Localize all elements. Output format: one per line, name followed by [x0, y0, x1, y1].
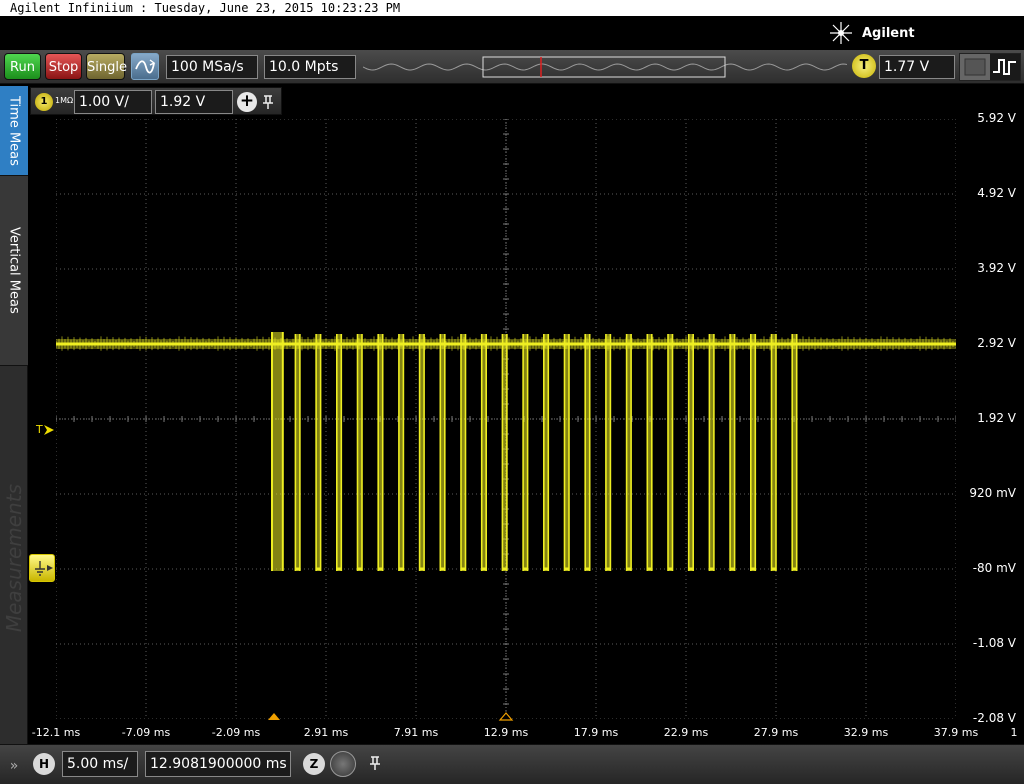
autoscale-button[interactable] — [131, 53, 159, 80]
sample-rate-field[interactable]: 100 MSa/s — [166, 55, 258, 79]
x-axis-label: -12.1 ms — [31, 726, 81, 739]
tab-time-meas-label: Time Meas — [6, 95, 22, 166]
horizontal-badge[interactable]: H — [33, 753, 55, 775]
x-axis-label: 27.9 ms — [753, 726, 799, 739]
x-axis-label: 32.9 ms — [843, 726, 889, 739]
trigger-level-marker[interactable]: T — [36, 423, 54, 436]
brand-name: Agilent — [862, 25, 915, 41]
y-axis-label: 5.92 V — [977, 111, 1016, 125]
brand: Agilent — [828, 20, 915, 46]
x-axis-label: 2.91 ms — [303, 726, 349, 739]
channel-badge[interactable]: 1 — [35, 93, 53, 111]
pin-icon[interactable] — [368, 755, 382, 771]
channel-impedance: 1MΩ — [55, 96, 74, 105]
run-button[interactable]: Run — [4, 53, 41, 80]
single-button[interactable]: Single — [86, 53, 127, 80]
x-axis-label: -7.09 ms — [121, 726, 171, 739]
waveform-display[interactable] — [56, 119, 956, 719]
horizontal-knob[interactable] — [330, 751, 356, 777]
y-axis-label: -80 mV — [972, 561, 1016, 575]
channel-offset-field[interactable]: 1.92 V — [155, 90, 233, 114]
double-chevron-right-icon: » — [9, 758, 19, 774]
side-panel: Time Meas Vertical Meas Measurements — [0, 86, 28, 750]
trigger-level-field[interactable]: 1.77 V — [879, 55, 955, 79]
timebase-bar: » H 5.00 ms/ 12.9081900000 ms Z — [0, 744, 1024, 784]
x-axis-label: 22.9 ms — [663, 726, 709, 739]
tab-vertical-meas-label: Vertical Meas — [6, 227, 22, 314]
stop-button[interactable]: Stop — [45, 53, 82, 80]
y-axis-label: 4.92 V — [977, 186, 1016, 200]
x-axis-corner-label: 1 — [1010, 726, 1018, 739]
y-axis-label: -1.08 V — [972, 636, 1016, 650]
ground-icon — [35, 561, 53, 576]
acquisition-overview[interactable] — [363, 56, 847, 78]
waveform-canvas — [56, 119, 956, 719]
trigger-badge[interactable]: T — [852, 54, 876, 78]
x-axis-label: 7.91 ms — [393, 726, 439, 739]
agilent-spark-icon — [830, 22, 852, 44]
y-axis-label: 2.92 V — [977, 336, 1016, 350]
measurements-panel[interactable]: Measurements — [0, 366, 28, 750]
memory-depth-field[interactable]: 10.0 Mpts — [264, 55, 356, 79]
tab-time-meas[interactable]: Time Meas — [0, 86, 28, 176]
ground-reference-marker[interactable] — [29, 554, 55, 582]
tab-vertical-meas[interactable]: Vertical Meas — [0, 176, 28, 366]
timebase-markers — [268, 712, 514, 721]
x-axis-label: 17.9 ms — [573, 726, 619, 739]
acquisition-toolbar: Run Stop Single 100 MSa/s 10.0 Mpts T 1.… — [0, 50, 1024, 84]
add-channel-button[interactable]: + — [237, 92, 257, 112]
autoscale-icon — [135, 58, 156, 73]
overview-wave — [363, 63, 847, 71]
zoom-button[interactable]: Z — [303, 753, 325, 775]
y-axis-label: 920 mV — [969, 486, 1016, 500]
arrow-right-icon — [44, 425, 54, 435]
y-axis-label: 3.92 V — [977, 261, 1016, 275]
timebase-position-field[interactable]: 12.9081900000 ms — [145, 751, 291, 777]
x-axis-label: 12.9 ms — [483, 726, 529, 739]
channel-1-controls: 1 1MΩ 1.00 V/ 1.92 V + — [30, 87, 282, 115]
x-axis-label: 37.9 ms — [933, 726, 979, 739]
window-title: Agilent Infiniium : Tuesday, June 23, 20… — [0, 0, 1024, 16]
x-axis-label: -2.09 ms — [211, 726, 261, 739]
pin-icon[interactable] — [261, 94, 275, 110]
expand-panel-button[interactable]: » — [0, 751, 28, 781]
display-mode-buttons[interactable] — [959, 53, 1021, 81]
brand-bar: Agilent — [0, 16, 1024, 50]
measurements-label: Measurements — [2, 483, 26, 633]
channel-scale-field[interactable]: 1.00 V/ — [74, 90, 152, 114]
plus-icon: + — [239, 91, 255, 111]
y-axis-label: 1.92 V — [977, 411, 1016, 425]
trace-start-burst — [272, 332, 283, 571]
trigger-marker-label: T — [36, 423, 43, 436]
grid-icon — [964, 58, 986, 76]
waveform-icon — [990, 54, 1020, 80]
timebase-scale-field[interactable]: 5.00 ms/ — [62, 751, 138, 777]
